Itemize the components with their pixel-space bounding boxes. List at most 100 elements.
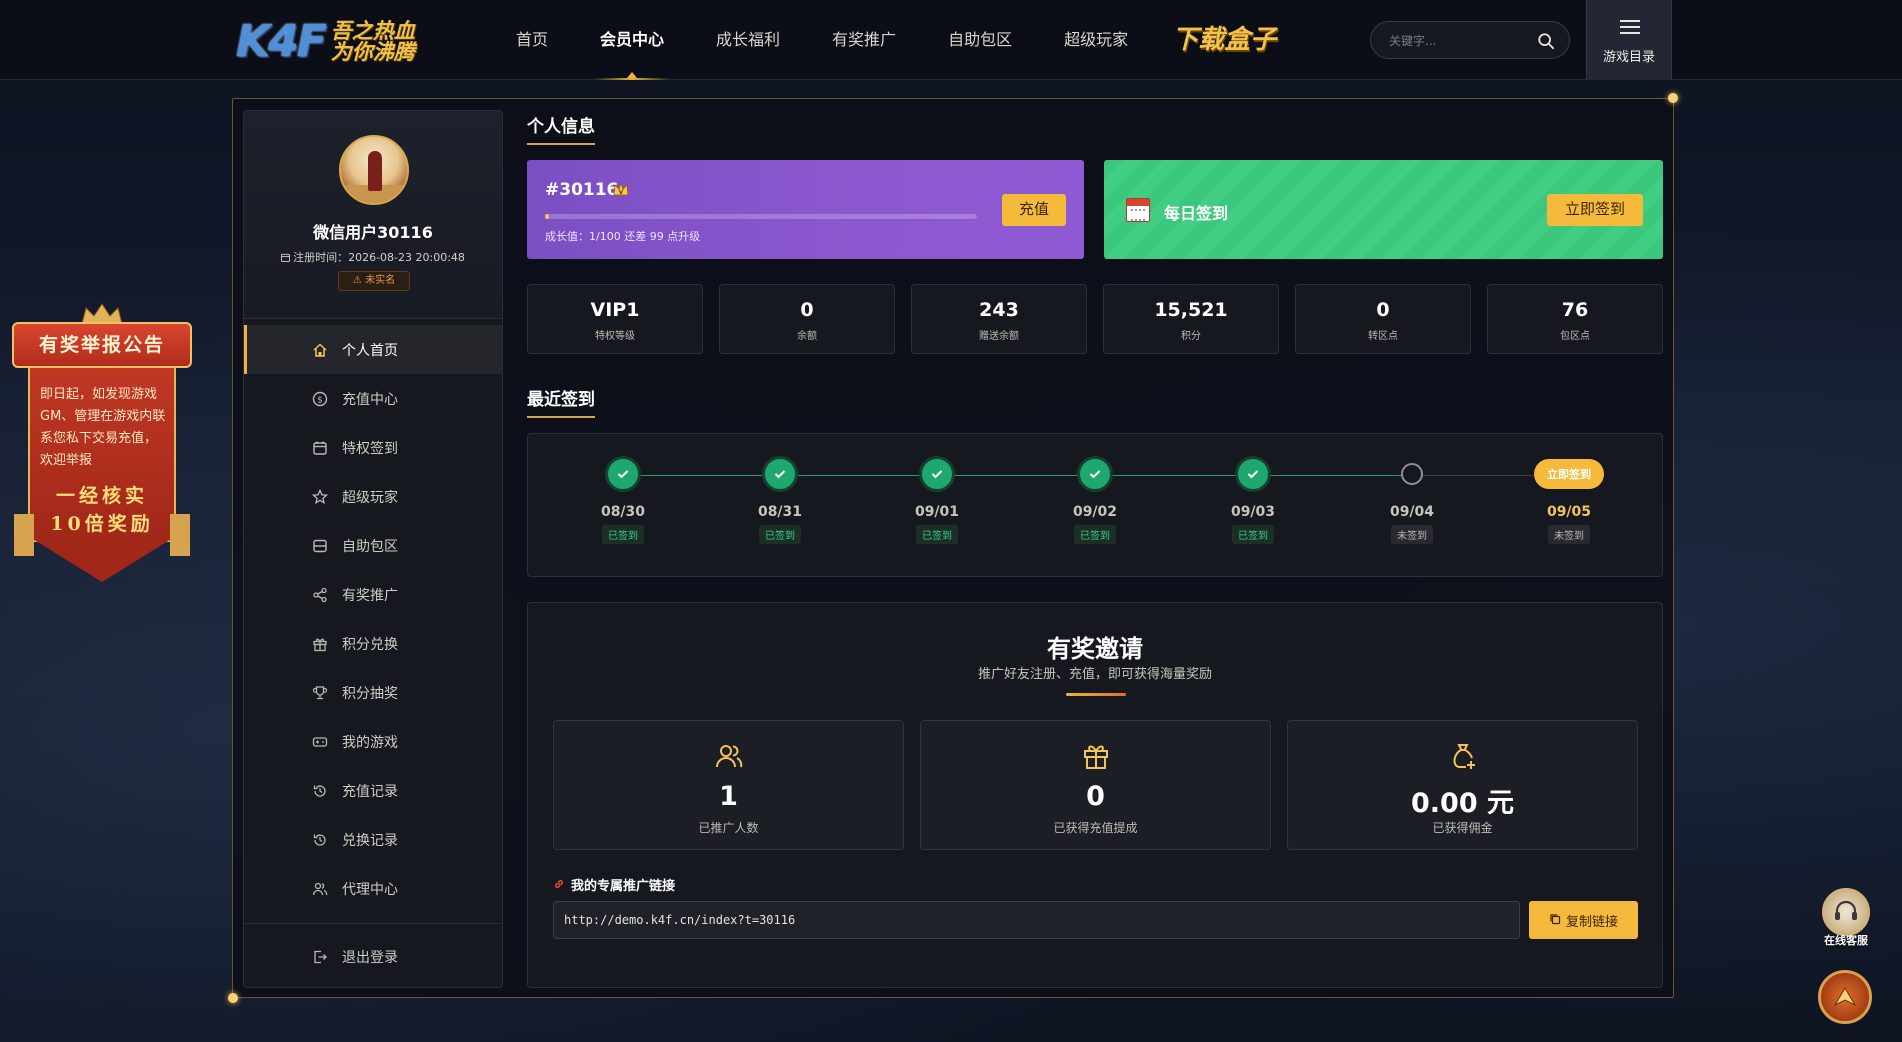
copy-link-button[interactable]: 复制链接 — [1529, 901, 1638, 939]
gift-icon — [1084, 745, 1108, 769]
stat-value: 15,521 — [1154, 299, 1228, 321]
copy-icon — [1549, 913, 1561, 928]
star-icon — [312, 488, 328, 505]
dollar-icon: $ — [312, 391, 328, 407]
server-icon — [312, 538, 328, 554]
daily-sign-label: 每日签到 — [1164, 204, 1229, 223]
arrow-up-icon — [1833, 987, 1857, 1007]
sidebar-item-self-zone[interactable]: 自助包区 — [244, 521, 502, 570]
gamepad-icon — [312, 734, 328, 750]
stat-label: 包区点 — [1560, 331, 1590, 342]
sign-day: 09/03 已签到 — [1208, 456, 1298, 544]
sidebar-item-label: 有奖推广 — [342, 587, 398, 604]
promo-link-input[interactable] — [553, 901, 1520, 939]
search-icon[interactable] — [1537, 32, 1555, 50]
link-icon — [553, 878, 565, 894]
sidebar-item-exchange-records[interactable]: 兑换记录 — [244, 815, 502, 864]
logout-label: 退出登录 — [342, 949, 398, 966]
stat-value: 0 — [800, 299, 814, 321]
online-service-button[interactable]: 在线客服 — [1818, 888, 1874, 950]
recent-sign-timeline: 08/30 已签到 08/31 已签到 09/01 已签到 09/02 已签到 … — [527, 433, 1663, 577]
promo-link-label-text: 我的专属推广链接 — [571, 879, 676, 894]
logout-section: 退出登录 — [244, 917, 502, 981]
register-time-text: 注册时间：2026-08-23 20:00:48 — [293, 251, 465, 264]
online-service-label: 在线客服 — [1824, 934, 1868, 947]
invite-section: 有奖邀请 推广好友注册、充值，即可获得海量奖励 1 已推广人数 0 已获得充值提… — [527, 602, 1663, 988]
sidebar-item-label: 特权签到 — [342, 440, 398, 457]
sidebar-item-points-exchange[interactable]: 积分兑换 — [244, 619, 502, 668]
sidebar-item-my-games[interactable]: 我的游戏 — [244, 717, 502, 766]
today-sign-button[interactable]: 立即签到 — [1534, 459, 1604, 489]
users-icon — [312, 881, 328, 897]
check-icon — [1077, 456, 1113, 492]
game-directory-button[interactable]: 游戏目录 — [1586, 0, 1672, 80]
share-icon — [312, 587, 328, 603]
top-header: K4F 吾之热血 为你沸腾 首页 会员中心 成长福利 有奖推广 自助包区 超级玩… — [0, 0, 1902, 80]
logout-icon — [312, 949, 328, 965]
sidebar-item-recharge-records[interactable]: 充值记录 — [244, 766, 502, 815]
member-sidebar: 微信用户30116 注册时间：2026-08-23 20:00:48 ⚠ 未实名… — [243, 110, 503, 988]
copy-link-label: 复制链接 — [1565, 913, 1618, 929]
menu-icon — [1620, 20, 1640, 34]
sign-status: 已签到 — [1074, 525, 1116, 544]
game-directory-label: 游戏目录 — [1602, 50, 1655, 65]
svg-text:$: $ — [317, 395, 323, 405]
nav-member-center[interactable]: 会员中心 — [574, 0, 690, 80]
sign-day: 09/04 未签到 — [1367, 456, 1457, 544]
sign-in-button[interactable]: 立即签到 — [1547, 194, 1643, 226]
sign-status: 已签到 — [916, 525, 958, 544]
nav-growth-benefits[interactable]: 成长福利 — [690, 0, 806, 80]
sidebar-item-label: 充值中心 — [342, 391, 398, 408]
recent-sign-title: 最近签到 — [527, 385, 595, 418]
nav-self-service-zone[interactable]: 自助包区 — [922, 0, 1038, 80]
back-to-top-button[interactable] — [1818, 970, 1872, 1024]
sign-date: 09/03 — [1230, 504, 1276, 520]
site-logo[interactable]: K4F 吾之热血 为你沸腾 — [236, 16, 435, 67]
growth-text: 成长值：1/100 还差 99 点升级 — [545, 230, 701, 243]
sidebar-item-super-player[interactable]: 超级玩家 — [244, 472, 502, 521]
search-box — [1370, 21, 1570, 59]
sidebar-item-label: 代理中心 — [342, 881, 398, 898]
nav-super-player[interactable]: 超级玩家 — [1038, 0, 1154, 80]
profile-card: 微信用户30116 注册时间：2026-08-23 20:00:48 ⚠ 未实名 — [244, 111, 502, 319]
invite-stat-value: 0.00 元 — [1410, 788, 1515, 819]
stat-label: 积分 — [1181, 331, 1201, 342]
sidebar-item-promotion[interactable]: 有奖推广 — [244, 570, 502, 619]
realname-status: 未实名 — [365, 275, 396, 286]
announcement-banner[interactable]: 有奖举报公告 即日起，如发现游戏GM、管理在游戏内联系您私下交易充值，欢迎举报 … — [12, 302, 192, 586]
recharge-button[interactable]: 充值 — [1002, 194, 1066, 226]
home-icon — [312, 342, 328, 358]
sign-status: 未签到 — [1391, 525, 1433, 544]
stat-value: 76 — [1561, 299, 1589, 321]
sidebar-item-label: 兑换记录 — [342, 832, 398, 849]
stat-zone-points: 76 包区点 — [1487, 284, 1663, 354]
sidebar-item-points-lottery[interactable]: 积分抽奖 — [244, 668, 502, 717]
avatar[interactable] — [339, 135, 409, 205]
invite-stat-value: 0 — [1086, 781, 1105, 812]
realname-badge[interactable]: ⚠ 未实名 — [338, 271, 410, 291]
sidebar-item-checkin[interactable]: 特权签到 — [244, 423, 502, 472]
announcement-title: 有奖举报公告 — [12, 322, 192, 368]
frame-corner-dot — [228, 993, 238, 1003]
stat-value: 0 — [1376, 299, 1390, 321]
nav-promotion[interactable]: 有奖推广 — [806, 0, 922, 80]
sidebar-item-home[interactable]: 个人首页 — [244, 325, 502, 374]
sign-date: 08/30 — [600, 504, 646, 520]
slogan-line-1: 一经核实 — [55, 485, 148, 507]
sidebar-item-agent-center[interactable]: 代理中心 — [244, 864, 502, 913]
divider — [1066, 693, 1126, 696]
sidebar-item-label: 自助包区 — [342, 538, 398, 555]
logout-button[interactable]: 退出登录 — [244, 932, 502, 981]
check-icon — [1235, 456, 1271, 492]
sign-day: 09/02 已签到 — [1050, 456, 1140, 544]
nav-download-box[interactable]: 下载盒子 — [1154, 0, 1294, 80]
sidebar-item-recharge[interactable]: $ 充值中心 — [244, 374, 502, 423]
sign-status: 已签到 — [602, 525, 644, 544]
invite-stat-card: 1 已推广人数 — [553, 720, 904, 850]
invite-stat-value: 1 — [719, 781, 738, 812]
search-input[interactable] — [1389, 31, 1529, 51]
logo-slogan: 吾之热血 为你沸腾 — [330, 18, 415, 64]
calendar-icon — [281, 253, 291, 262]
nav-home[interactable]: 首页 — [490, 0, 574, 80]
sign-date: 08/31 — [757, 504, 803, 520]
